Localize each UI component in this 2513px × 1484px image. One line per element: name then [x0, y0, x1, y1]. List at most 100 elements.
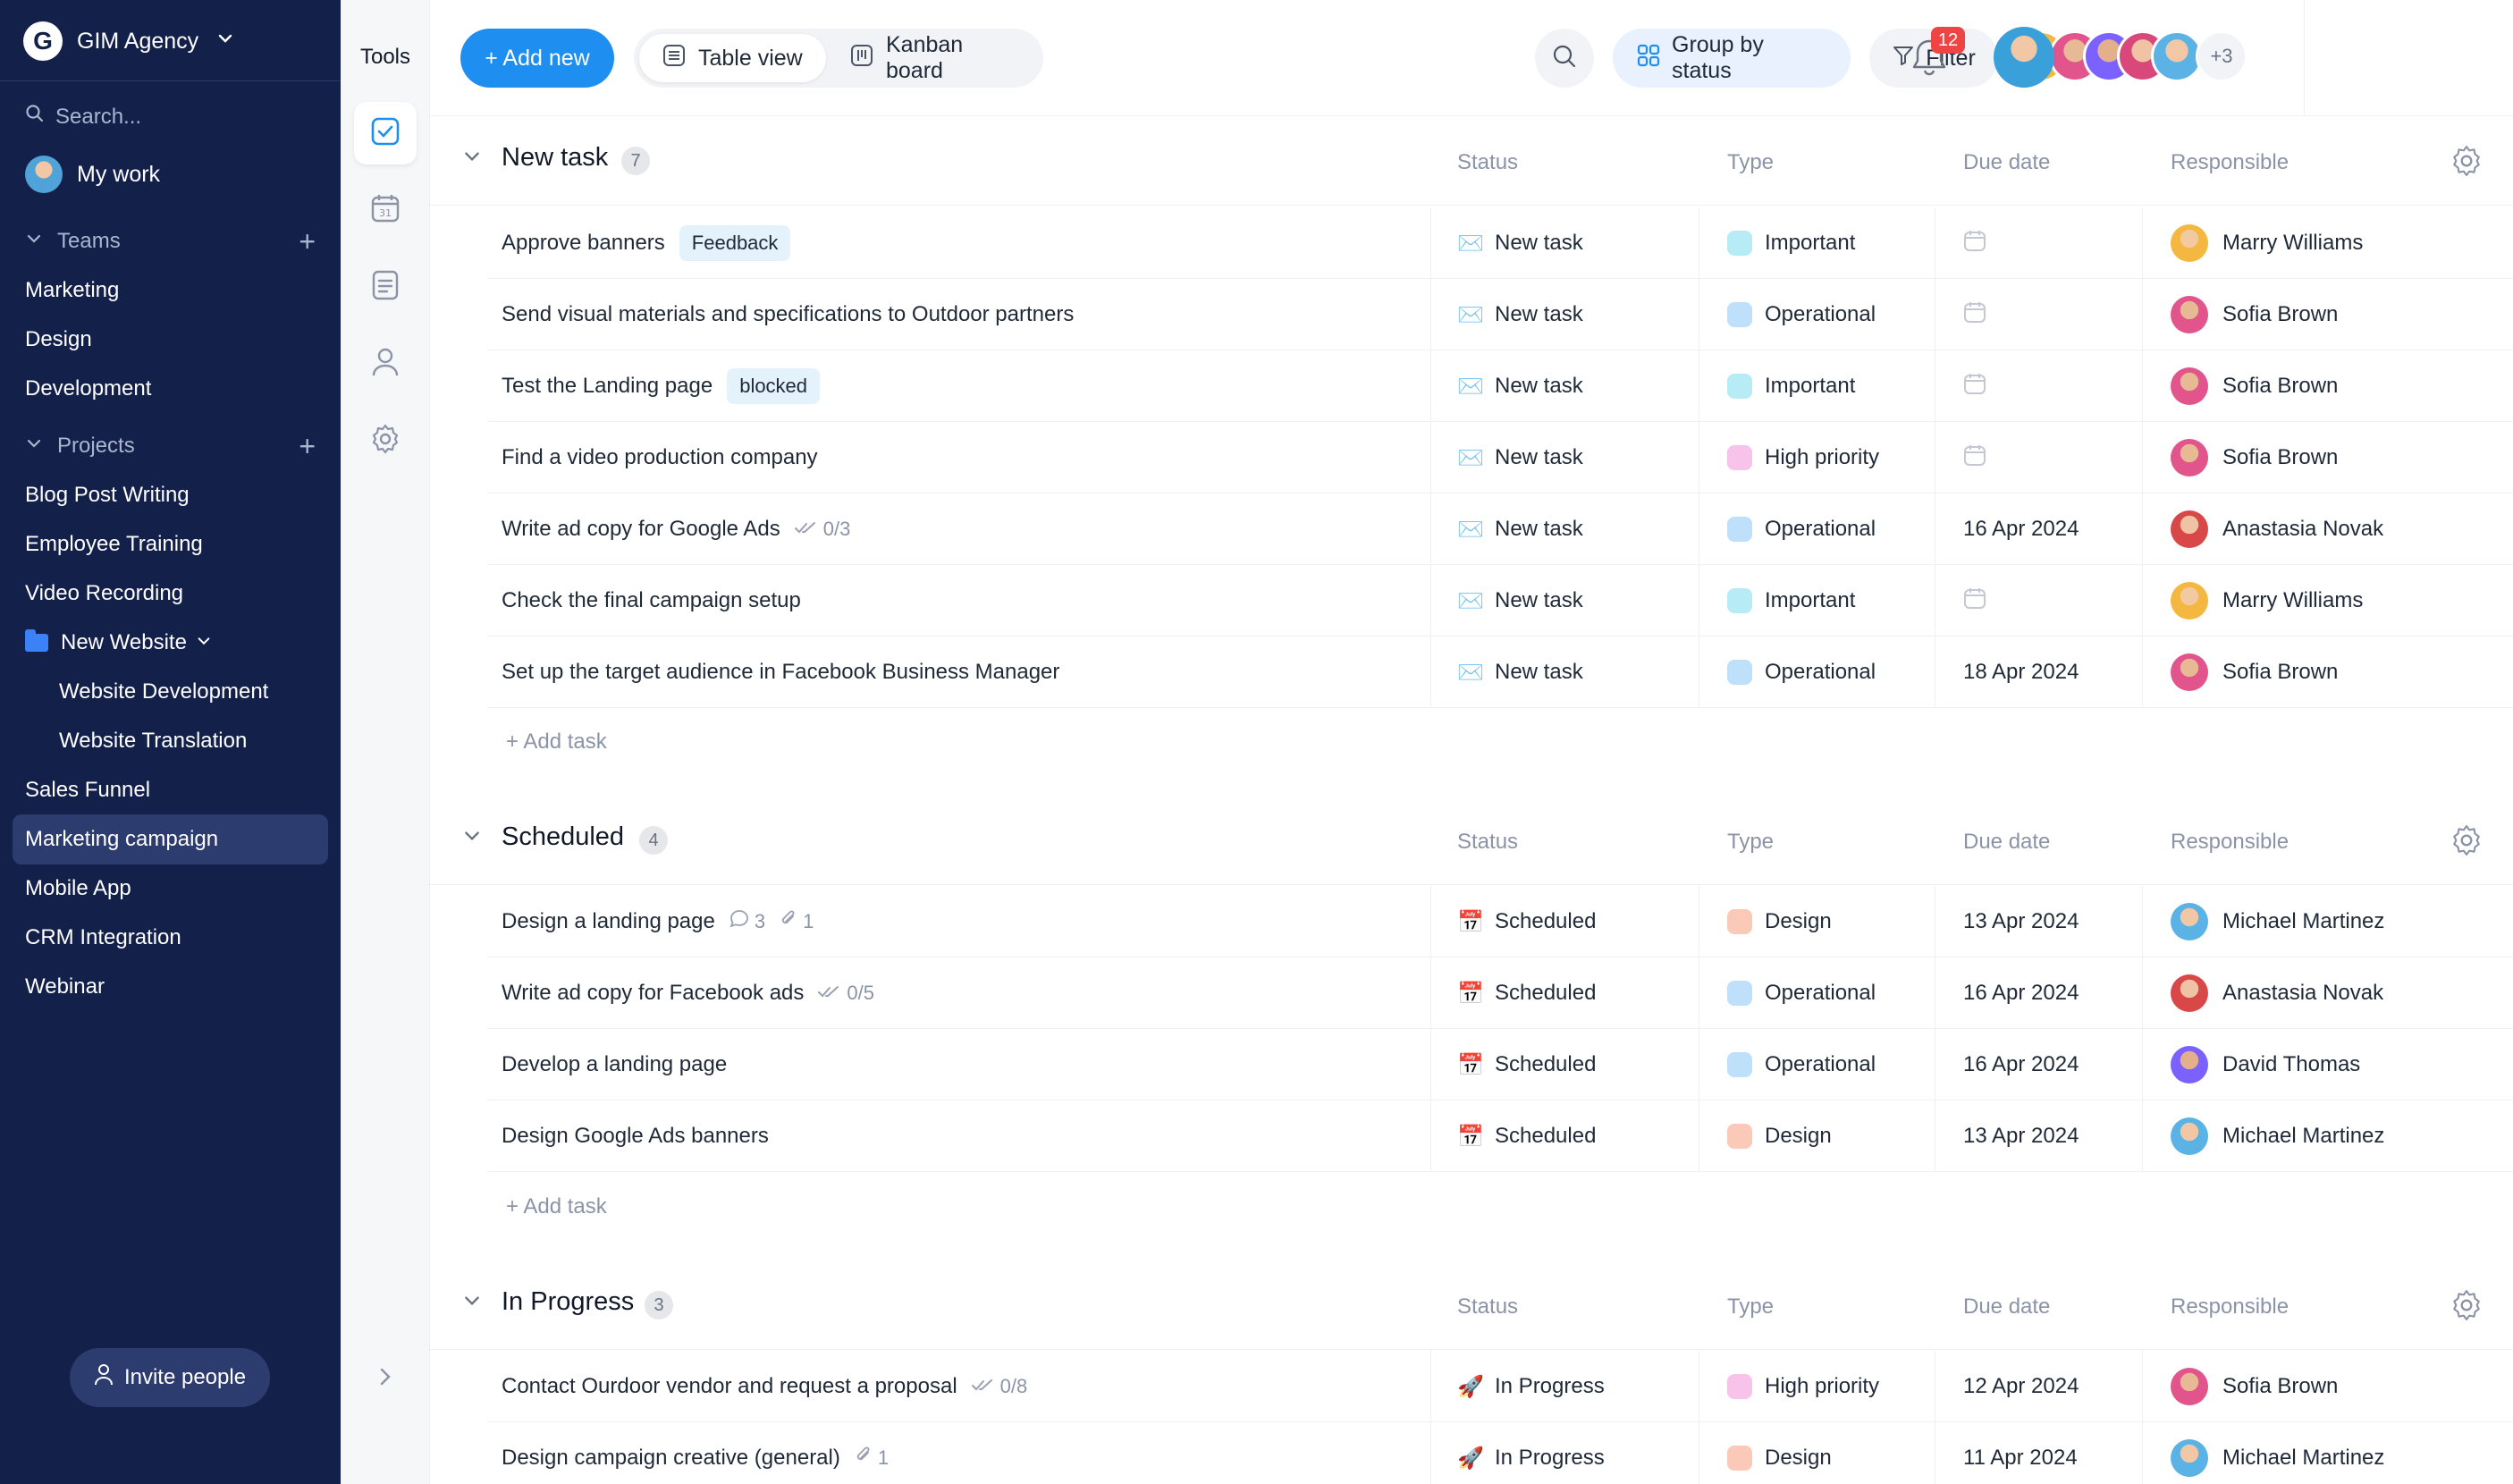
task-name-cell[interactable]: Contact Ourdoor vendor and request a pro…: [502, 1351, 1027, 1422]
task-name-cell[interactable]: Test the Landing page blocked: [502, 350, 821, 422]
teams-section-header[interactable]: Teams +: [25, 227, 316, 256]
due-date-cell[interactable]: [1963, 565, 1986, 637]
tab-kanban-board[interactable]: Kanban board: [827, 32, 1043, 83]
column-header-type[interactable]: Type: [1727, 1294, 1774, 1320]
tool-settings[interactable]: [354, 409, 417, 472]
table-row[interactable]: Contact Ourdoor vendor and request a pro…: [487, 1351, 2513, 1422]
task-name-cell[interactable]: Send visual materials and specifications…: [502, 279, 1074, 350]
responsible-cell[interactable]: Anastasia Novak: [2171, 957, 2383, 1029]
type-cell[interactable]: Design: [1727, 1100, 1832, 1172]
sidebar-item-my-work[interactable]: My work: [25, 156, 160, 193]
tool-people[interactable]: [354, 333, 417, 395]
task-tag[interactable]: blocked: [727, 368, 821, 404]
tool-tasks[interactable]: [354, 102, 417, 164]
column-header-status[interactable]: Status: [1457, 1294, 1518, 1320]
status-cell[interactable]: 🚀 In Progress: [1457, 1351, 1605, 1422]
due-date-cell[interactable]: 12 Apr 2024: [1963, 1351, 2079, 1422]
add-project-icon[interactable]: +: [299, 432, 316, 460]
column-header-status[interactable]: Status: [1457, 150, 1518, 175]
gear-icon[interactable]: [2450, 824, 2483, 861]
type-cell[interactable]: Operational: [1727, 1029, 1876, 1100]
responsible-cell[interactable]: Michael Martinez: [2171, 1100, 2384, 1172]
responsible-cell[interactable]: Marry Williams: [2171, 565, 2363, 637]
type-cell[interactable]: Design: [1727, 1422, 1832, 1484]
task-name-cell[interactable]: Design campaign creative (general) 1: [502, 1422, 889, 1484]
due-date-cell[interactable]: [1963, 279, 1986, 350]
sidebar-item-webinar[interactable]: Webinar: [13, 962, 328, 1012]
due-date-cell[interactable]: 16 Apr 2024: [1963, 957, 2079, 1029]
sidebar-item-website-development[interactable]: Website Development: [46, 667, 328, 717]
table-row[interactable]: Design a landing page 3 1 📅 Scheduled Des…: [487, 886, 2513, 957]
sidebar-item-blog-post-writing[interactable]: Blog Post Writing: [13, 470, 328, 520]
status-cell[interactable]: ✉️ New task: [1457, 350, 1583, 422]
invite-people-button[interactable]: Invite people: [70, 1348, 270, 1407]
tab-table-view[interactable]: Table view: [639, 34, 826, 82]
table-row[interactable]: Send visual materials and specifications…: [487, 279, 2513, 350]
sidebar-item-crm-integration[interactable]: CRM Integration: [13, 913, 328, 963]
gear-icon[interactable]: [2450, 1289, 2483, 1326]
task-name-cell[interactable]: Approve banners Feedback: [502, 207, 791, 279]
search-input[interactable]: Search...: [55, 105, 141, 130]
due-date-cell[interactable]: 13 Apr 2024: [1963, 1100, 2079, 1172]
type-cell[interactable]: High priority: [1727, 1351, 1879, 1422]
status-cell[interactable]: 🚀 In Progress: [1457, 1422, 1605, 1484]
workspace-switcher[interactable]: G GIM Agency: [23, 18, 234, 64]
expand-rail-icon[interactable]: [341, 1364, 430, 1395]
responsible-cell[interactable]: Anastasia Novak: [2171, 493, 2383, 565]
projects-section-header[interactable]: Projects +: [25, 432, 316, 460]
chevron-down-icon[interactable]: [462, 1291, 482, 1317]
responsible-cell[interactable]: Sofia Brown: [2171, 1351, 2338, 1422]
due-date-cell[interactable]: [1963, 350, 1986, 422]
responsible-cell[interactable]: Michael Martinez: [2171, 1422, 2384, 1484]
task-name-cell[interactable]: Design Google Ads banners: [502, 1100, 769, 1172]
sidebar-item-video-recording[interactable]: Video Recording: [13, 569, 328, 619]
due-date-cell[interactable]: 16 Apr 2024: [1963, 493, 2079, 565]
task-name-cell[interactable]: Develop a landing page: [502, 1029, 727, 1100]
due-date-cell[interactable]: 16 Apr 2024: [1963, 1029, 2079, 1100]
status-cell[interactable]: 📅 Scheduled: [1457, 1029, 1596, 1100]
table-row[interactable]: Design campaign creative (general) 1 🚀 In …: [487, 1422, 2513, 1484]
group-by-status-button[interactable]: Group by status: [1613, 29, 1851, 88]
chevron-down-icon[interactable]: [462, 826, 482, 852]
sidebar-item-website-translation[interactable]: Website Translation: [46, 716, 328, 766]
task-name-cell[interactable]: Check the final campaign setup: [502, 565, 801, 637]
gear-icon[interactable]: [2450, 145, 2483, 181]
type-cell[interactable]: Operational: [1727, 493, 1876, 565]
type-cell[interactable]: Operational: [1727, 279, 1876, 350]
type-cell[interactable]: High priority: [1727, 422, 1879, 493]
column-header-responsible[interactable]: Responsible: [2171, 830, 2289, 855]
table-row[interactable]: Write ad copy for Facebook ads 0/5 📅 Sched…: [487, 957, 2513, 1029]
sidebar-item-employee-training[interactable]: Employee Training: [13, 519, 328, 569]
user-avatar[interactable]: [1994, 27, 2054, 88]
task-name-cell[interactable]: Write ad copy for Google Ads 0/3: [502, 493, 850, 565]
add-task-button[interactable]: + Add task: [506, 715, 607, 769]
table-row[interactable]: Write ad copy for Google Ads 0/3 ✉️ New ta…: [487, 493, 2513, 565]
tool-calendar[interactable]: 31: [354, 179, 417, 241]
due-date-cell[interactable]: [1963, 422, 1986, 493]
column-header-due-date[interactable]: Due date: [1963, 830, 2050, 855]
type-cell[interactable]: Important: [1727, 350, 1855, 422]
column-header-due-date[interactable]: Due date: [1963, 150, 2050, 175]
due-date-cell[interactable]: 13 Apr 2024: [1963, 886, 2079, 957]
sidebar-item-mobile-app[interactable]: Mobile App: [13, 864, 328, 914]
status-cell[interactable]: ✉️ New task: [1457, 279, 1583, 350]
table-row[interactable]: Find a video production company ✉️ New ta…: [487, 422, 2513, 493]
add-team-icon[interactable]: +: [299, 227, 316, 256]
due-date-cell[interactable]: 18 Apr 2024: [1963, 637, 2079, 708]
task-name-cell[interactable]: Write ad copy for Facebook ads 0/5: [502, 957, 874, 1029]
sidebar-search[interactable]: Search...: [25, 104, 141, 130]
column-header-responsible[interactable]: Responsible: [2171, 1294, 2289, 1320]
task-name-cell[interactable]: Design a landing page 3 1: [502, 886, 814, 957]
responsible-cell[interactable]: David Thomas: [2171, 1029, 2360, 1100]
add-new-button[interactable]: + Add new: [460, 29, 614, 88]
type-cell[interactable]: Operational: [1727, 957, 1876, 1029]
column-header-due-date[interactable]: Due date: [1963, 1294, 2050, 1320]
sidebar-item-development[interactable]: Development: [13, 364, 328, 414]
responsible-cell[interactable]: Sofia Brown: [2171, 422, 2338, 493]
sidebar-item-sales-funnel[interactable]: Sales Funnel: [13, 765, 328, 815]
tool-documents[interactable]: [354, 256, 417, 318]
due-date-cell[interactable]: [1963, 207, 1986, 279]
type-cell[interactable]: Operational: [1727, 637, 1876, 708]
column-header-type[interactable]: Type: [1727, 150, 1774, 175]
column-header-type[interactable]: Type: [1727, 830, 1774, 855]
